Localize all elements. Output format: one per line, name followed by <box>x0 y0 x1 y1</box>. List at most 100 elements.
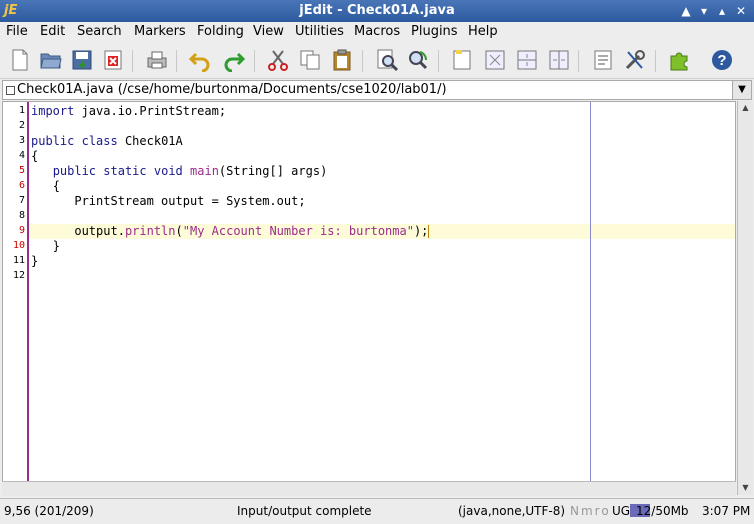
toolbar: ? <box>0 42 754 79</box>
find-icon[interactable] <box>375 48 399 72</box>
code-text: output. <box>74 224 125 238</box>
close-buffer-icon[interactable] <box>101 48 125 72</box>
toolbar-separator <box>438 50 439 72</box>
keyword: public <box>52 164 97 178</box>
print-icon[interactable] <box>145 48 169 72</box>
line-number: 12 <box>12 270 25 281</box>
menu-file[interactable]: File <box>6 24 28 39</box>
undo-icon[interactable] <box>188 48 212 72</box>
toolbar-separator <box>254 50 255 72</box>
new-view-icon[interactable] <box>450 48 474 72</box>
line-number: 5 <box>18 165 25 176</box>
redo-icon[interactable] <box>222 48 246 72</box>
buffer-options-icon[interactable] <box>591 48 615 72</box>
scroll-down-icon[interactable]: ▼ <box>738 481 753 495</box>
plugin-manager-icon[interactable] <box>667 48 691 72</box>
copy-icon[interactable] <box>298 48 322 72</box>
buffer-switcher[interactable]: Check01A.java (/cse/home/burtonma/Docume… <box>2 80 752 100</box>
menu-edit[interactable]: Edit <box>40 24 65 39</box>
keyword: static <box>103 164 147 178</box>
scroll-up-icon[interactable]: ▲ <box>738 101 753 115</box>
menu-help[interactable]: Help <box>468 24 498 39</box>
code-line: { <box>31 149 39 163</box>
line-number: 2 <box>18 120 25 131</box>
menu-utilities[interactable]: Utilities <box>295 24 344 39</box>
chevron-down-icon[interactable]: ▼ <box>732 81 751 99</box>
find-replace-icon[interactable] <box>406 48 430 72</box>
ug-indicator[interactable]: UG <box>612 504 630 518</box>
vertical-scrollbar[interactable]: ▲ ▼ <box>737 101 753 495</box>
svg-text:?: ? <box>717 52 726 69</box>
code-text: } <box>52 239 60 253</box>
code-line: } <box>31 254 39 268</box>
global-options-icon[interactable] <box>623 48 647 72</box>
cut-icon[interactable] <box>266 48 290 72</box>
menu-bar: File Edit Search Markers Folding View Ut… <box>0 22 754 42</box>
toolbar-separator <box>655 50 656 72</box>
code-text: Check01A <box>117 134 183 148</box>
code-text: java.io.PrintStream; <box>74 104 227 118</box>
code-text: ( <box>175 224 183 238</box>
buffer-mode[interactable]: (java,none,UTF-8) <box>458 504 565 518</box>
open-file-icon[interactable] <box>39 48 63 72</box>
menu-search[interactable]: Search <box>77 24 122 39</box>
line-number-gutter[interactable]: 1 2 3 4 5 6 7 8 9 10 11 12 <box>3 102 29 494</box>
code-line: public class Check01A <box>31 134 183 149</box>
code-line: output.println("My Account Number is: bu… <box>31 224 430 239</box>
code-line: PrintStream output = System.out; <box>31 194 306 209</box>
menu-folding[interactable]: Folding <box>197 24 244 39</box>
minimize-button[interactable]: ▾ <box>696 3 712 19</box>
menu-plugins[interactable]: Plugins <box>411 24 458 39</box>
title-bar: jE jEdit - Check01A.java ▲ ▾ ▴ ✕ <box>0 0 754 22</box>
clock: 3:07 PM <box>702 504 751 518</box>
line-number: 8 <box>18 210 25 221</box>
caret-position[interactable]: 9,56 (201/209) <box>4 504 94 518</box>
toolbar-separator <box>176 50 177 72</box>
code-line: import java.io.PrintStream; <box>31 104 226 119</box>
menu-markers[interactable]: Markers <box>134 24 186 39</box>
line-number: 9 <box>18 225 25 236</box>
window-title: jEdit - Check01A.java <box>299 3 455 18</box>
close-button[interactable]: ✕ <box>733 3 749 19</box>
split-horizontal-icon[interactable] <box>515 48 539 72</box>
keyword: import <box>31 104 75 118</box>
keyword: public <box>31 134 75 148</box>
buffer-flags[interactable]: Nmro <box>570 504 611 518</box>
line-number: 7 <box>18 195 25 206</box>
line-number: 3 <box>18 135 25 146</box>
keyword: void <box>153 164 183 178</box>
buffer-saved-indicator <box>6 86 15 95</box>
code-line: { <box>31 179 60 194</box>
buffer-label: Check01A.java (/cse/home/burtonma/Docume… <box>17 82 447 97</box>
menu-view[interactable]: View <box>253 24 284 39</box>
code-text: ); <box>413 224 429 238</box>
toolbar-separator <box>362 50 363 72</box>
pin-icon[interactable]: ▲ <box>678 3 694 19</box>
function-name: println <box>124 224 176 238</box>
unsplit-icon[interactable] <box>483 48 507 72</box>
code-text: (String[] args) <box>218 164 328 178</box>
code-line: public static void main(String[] args) <box>31 164 328 179</box>
maximize-button[interactable]: ▴ <box>714 3 730 19</box>
paste-icon[interactable] <box>330 48 354 72</box>
line-number: 11 <box>12 255 25 266</box>
memory-status[interactable]: 12/50Mb <box>636 504 689 518</box>
function-name: main <box>190 164 219 178</box>
text-area[interactable]: 1 2 3 4 5 6 7 8 9 10 11 12 import java.i… <box>2 101 736 495</box>
help-icon[interactable]: ? <box>710 48 734 72</box>
line-number: 10 <box>12 240 25 251</box>
wrap-guide <box>590 102 591 494</box>
text-caret <box>428 225 430 238</box>
toolbar-separator <box>132 50 133 72</box>
toolbar-separator <box>578 50 579 72</box>
line-number: 6 <box>18 180 25 191</box>
new-file-icon[interactable] <box>8 48 32 72</box>
string-literal: "My Account Number is: burtonma" <box>182 224 414 238</box>
menu-macros[interactable]: Macros <box>354 24 400 39</box>
horizontal-scrollbar[interactable] <box>2 481 736 496</box>
save-file-icon[interactable] <box>70 48 94 72</box>
split-vertical-icon[interactable] <box>547 48 571 72</box>
code-text: PrintStream output = System.out; <box>74 194 306 208</box>
status-bar: 9,56 (201/209) Input/output complete (ja… <box>0 498 754 524</box>
line-number: 4 <box>18 150 25 161</box>
